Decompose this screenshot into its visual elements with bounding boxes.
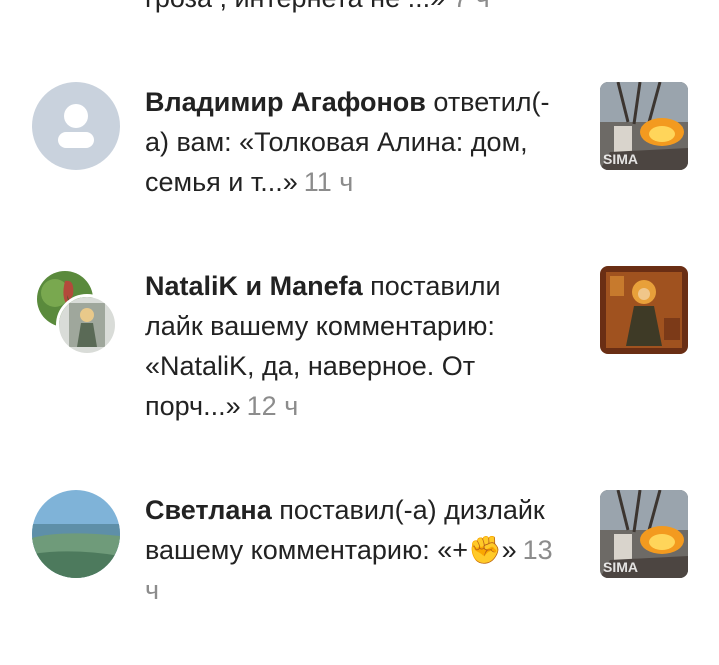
thumbnail-watermark: SIMA: [603, 151, 638, 167]
notification-time: 12 ч: [246, 391, 299, 421]
fire-house-image: SIMA: [600, 490, 688, 578]
post-thumbnail[interactable]: SIMA: [600, 490, 688, 578]
notification-author[interactable]: Светлана: [145, 495, 272, 525]
previous-notification-text: гроза , интернета не ...»: [145, 0, 445, 13]
notification-text: Владимир Агафонов ответил(-а) вам: «Толк…: [145, 82, 565, 202]
post-thumbnail[interactable]: SIMA: [600, 82, 688, 170]
thumbnail-watermark: SIMA: [603, 559, 638, 575]
post-thumbnail[interactable]: [600, 266, 688, 354]
notification-text: Светлана поставил(-а) дизлайк вашему ком…: [145, 490, 565, 610]
landscape-avatar-image: [32, 490, 120, 578]
notification-item[interactable]: Светлана поставил(-а) дизлайк вашему ком…: [0, 490, 719, 620]
avatar-manefa: [56, 294, 118, 356]
notification-author[interactable]: NataliK и Manefa: [145, 271, 363, 301]
previous-notification-tail: гроза , интернета не ...» 7 ч: [145, 0, 490, 18]
user-avatar[interactable]: [32, 490, 120, 578]
previous-notification-time: 7 ч: [453, 0, 490, 13]
notification-author[interactable]: Владимир Агафонов: [145, 87, 426, 117]
notification-item[interactable]: Владимир Агафонов ответил(-а) вам: «Толк…: [0, 82, 719, 212]
notification-item[interactable]: NataliK и Manefa поставили лайк вашему к…: [0, 266, 719, 426]
icon-saint-avatar-image: [59, 297, 115, 353]
notification-text: NataliK и Manefa поставили лайк вашему к…: [145, 266, 565, 426]
default-user-icon: [32, 82, 120, 170]
notification-time: 11 ч: [303, 167, 354, 197]
user-avatar[interactable]: [32, 82, 120, 170]
fire-house-image: SIMA: [600, 82, 688, 170]
icon-painting-image: [600, 266, 688, 354]
group-avatars[interactable]: [34, 268, 124, 358]
